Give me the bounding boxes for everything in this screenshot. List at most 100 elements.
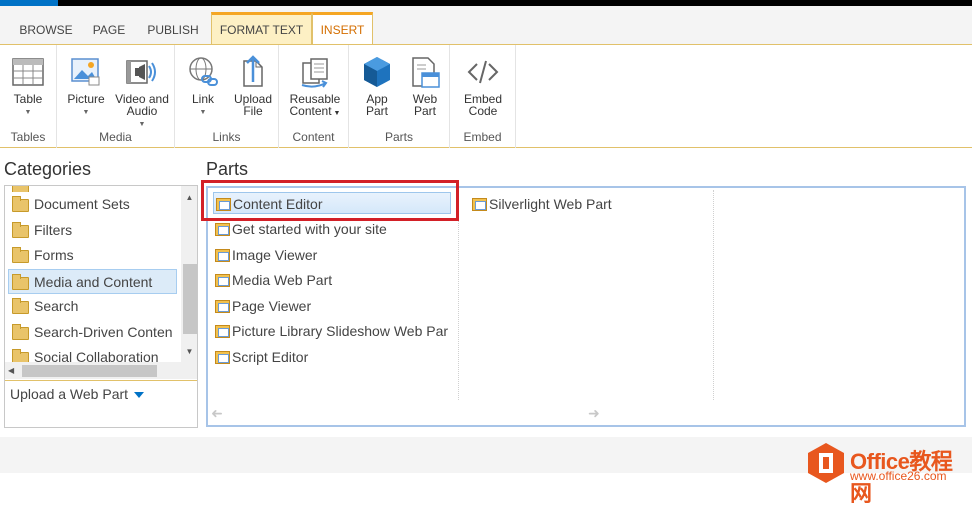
- web-part-icon: [215, 300, 230, 313]
- folder-icon: [12, 247, 29, 263]
- folder-icon: [12, 298, 29, 314]
- column-divider: [458, 190, 459, 400]
- table-button[interactable]: Table ▼: [8, 55, 48, 119]
- part-item[interactable]: Media Web Part: [213, 269, 332, 291]
- chevron-down-icon: [134, 392, 145, 399]
- category-item[interactable]: Filters: [5, 218, 180, 244]
- categories-panel: Document Sets Filters Forms Media and Co…: [4, 185, 198, 428]
- watermark-url: www.office26.com: [850, 469, 947, 483]
- picture-button[interactable]: Picture ▼: [65, 55, 107, 119]
- group-label-media: Media: [99, 130, 132, 144]
- group-links: Link ▼ Upload File Links: [175, 45, 279, 148]
- folder-icon: [12, 323, 29, 340]
- part-label: Image Viewer: [232, 247, 318, 263]
- embed-code-button[interactable]: Embed Code: [460, 55, 506, 117]
- web-part-icon: [215, 223, 230, 236]
- group-label-links: Links: [212, 130, 241, 144]
- divider: [5, 380, 197, 381]
- link-label: Link: [191, 92, 214, 106]
- reusable-content-button[interactable]: Reusable Content ▼: [287, 55, 343, 120]
- category-label: Search-Driven Conten: [34, 323, 173, 340]
- categories-list: Document Sets Filters Forms Media and Co…: [5, 186, 180, 364]
- horizontal-scrollbar[interactable]: ◀: [5, 362, 197, 379]
- group-label-tables: Tables: [10, 130, 46, 144]
- part-label: Page Viewer: [232, 298, 312, 314]
- group-embed: Embed Code Embed: [450, 45, 516, 148]
- chevron-down-icon: ▼: [82, 109, 90, 116]
- chevron-down-icon: ▼: [24, 109, 32, 116]
- scroll-left-icon[interactable]: ◀: [8, 362, 14, 379]
- part-item[interactable]: Silverlight Web Part: [470, 193, 612, 215]
- upload-file-label-2: File: [243, 104, 263, 118]
- previous-page-icon[interactable]: ➜: [211, 405, 223, 422]
- part-label: Script Editor: [232, 349, 309, 365]
- web-part-icon: [215, 274, 230, 287]
- group-label-parts: Parts: [384, 130, 413, 144]
- category-label: Search: [34, 298, 79, 314]
- web-part-icon: [215, 325, 230, 338]
- folder-icon: [12, 273, 29, 290]
- upload-web-part-label: Upload a Web Part: [10, 386, 129, 402]
- part-label: Silverlight Web Part: [489, 196, 612, 212]
- tab-browse[interactable]: BROWSE: [14, 16, 78, 45]
- part-item[interactable]: Page Viewer: [213, 295, 311, 317]
- group-label-content: Content: [292, 130, 335, 144]
- app-part-button[interactable]: App Part: [357, 55, 397, 117]
- table-icon: [12, 58, 44, 86]
- folder-icon: [12, 196, 29, 212]
- ribbon: Table ▼ Tables Picture ▼ Video and Audio…: [0, 44, 972, 148]
- scroll-down-icon[interactable]: ▼: [181, 344, 197, 360]
- table-label: Table: [13, 92, 43, 106]
- categories-title: Categories: [4, 159, 92, 179]
- category-item[interactable]: Document Sets: [5, 192, 180, 218]
- parts-panel: Content Editor Get started with your sit…: [206, 186, 966, 427]
- picture-label: Picture: [67, 92, 105, 106]
- next-page-icon[interactable]: ➜: [588, 405, 600, 422]
- app-part-label-2: Part: [365, 104, 388, 118]
- part-label: Get started with your site: [232, 221, 387, 237]
- link-icon: [189, 57, 218, 86]
- part-item[interactable]: Get started with your site: [213, 218, 387, 240]
- link-button[interactable]: Link ▼: [183, 55, 223, 119]
- chevron-down-icon: ▼: [199, 109, 207, 116]
- tab-publish[interactable]: PUBLISH: [140, 16, 206, 45]
- category-label: Forms: [34, 247, 74, 263]
- category-item[interactable]: Search: [5, 294, 180, 320]
- scroll-up-icon[interactable]: ▲: [181, 190, 197, 206]
- category-item[interactable]: Forms: [5, 243, 180, 269]
- column-divider: [713, 190, 714, 400]
- embed-code-label-2: Code: [468, 104, 498, 118]
- scrollbar-thumb[interactable]: [22, 365, 157, 377]
- category-item[interactable]: Search-Driven Conten: [5, 320, 180, 346]
- group-parts: App Part Web Part Parts: [349, 45, 450, 148]
- upload-file-button[interactable]: Upload File: [231, 55, 275, 117]
- group-tables: Table ▼ Tables: [0, 45, 57, 148]
- upload-file-icon: [243, 55, 263, 87]
- category-label: Filters: [34, 221, 73, 238]
- picture-icon: [71, 58, 100, 86]
- app-part-icon: [364, 57, 390, 87]
- category-label: Document Sets: [34, 196, 130, 212]
- embed-code-icon: [467, 60, 499, 84]
- annotation-highlight-box: [201, 180, 459, 221]
- web-part-button[interactable]: Web Part: [405, 55, 445, 117]
- partial-list-item: [5, 186, 180, 192]
- vertical-scrollbar[interactable]: ▲ ▼: [181, 186, 197, 362]
- video-audio-button[interactable]: Video and Audio ▼: [113, 55, 171, 131]
- part-item[interactable]: Script Editor: [213, 346, 308, 368]
- tab-format-text[interactable]: FORMAT TEXT: [211, 12, 312, 45]
- part-item[interactable]: Picture Library Slideshow Web Par: [213, 320, 453, 342]
- category-item-selected[interactable]: Media and Content: [8, 268, 177, 294]
- tab-insert[interactable]: INSERT: [312, 12, 373, 46]
- upload-web-part-link[interactable]: Upload a Web Part: [10, 386, 145, 402]
- web-part-icon: [215, 249, 230, 262]
- group-content: Reusable Content ▼ Content: [279, 45, 349, 148]
- web-part-icon: [215, 351, 230, 364]
- tab-page[interactable]: PAGE: [86, 16, 132, 45]
- part-item[interactable]: Image Viewer: [213, 244, 317, 266]
- category-label: Media and Content: [34, 273, 153, 290]
- scrollbar-thumb[interactable]: [183, 264, 197, 334]
- web-part-icon: [472, 198, 487, 211]
- video-audio-label-2: Audio: [126, 104, 158, 118]
- web-part-icon: [412, 57, 440, 88]
